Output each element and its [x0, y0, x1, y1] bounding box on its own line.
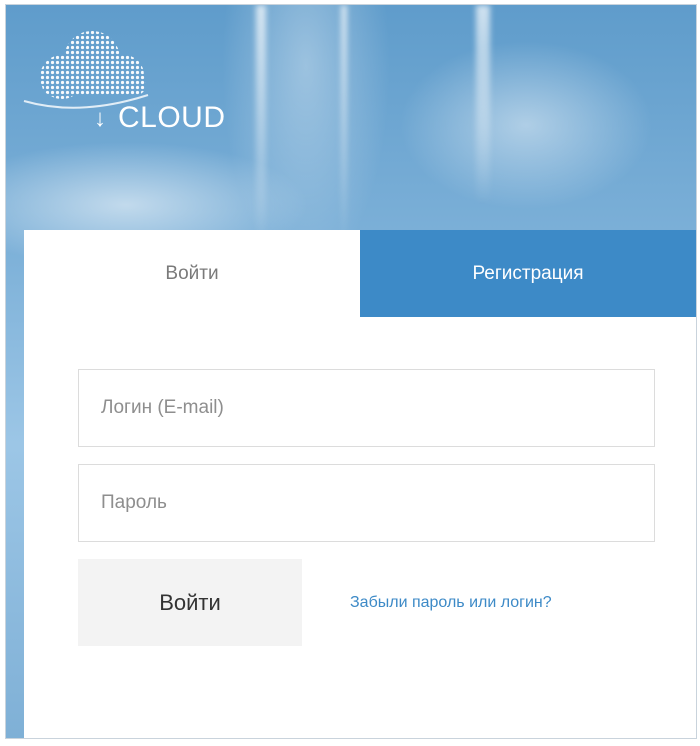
sky-streak: [256, 5, 266, 245]
forgot-password-link[interactable]: Забыли пароль или логин?: [350, 594, 552, 612]
login-field: [78, 369, 655, 447]
cloud-logo: ↓ CLOUD: [20, 25, 225, 135]
login-form: Войти Забыли пароль или логин?: [24, 317, 696, 646]
login-input[interactable]: [79, 370, 654, 446]
auth-panel: Войти Регистрация Войти Забыли пароль ил…: [24, 230, 696, 738]
sky-streak: [476, 5, 490, 205]
auth-tabs: Войти Регистрация: [24, 230, 696, 317]
logo-text: CLOUD: [118, 101, 226, 134]
password-field: [78, 464, 655, 542]
tab-login[interactable]: Войти: [24, 230, 360, 317]
sky-streak: [341, 5, 347, 245]
login-window: ↓ CLOUD Войти Регистрация Войти Забыли п…: [5, 4, 697, 739]
form-actions: Войти Забыли пароль или логин?: [78, 559, 696, 646]
password-input[interactable]: [79, 465, 654, 541]
login-button[interactable]: Войти: [78, 559, 302, 646]
arrow-down-icon: ↓: [94, 105, 106, 132]
tab-register[interactable]: Регистрация: [360, 230, 696, 317]
